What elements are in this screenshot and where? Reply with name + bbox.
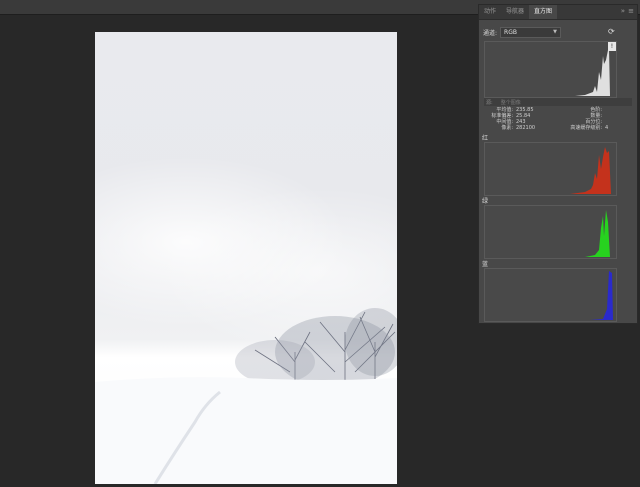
source-label: 源: <box>486 99 493 106</box>
channel-select[interactable]: RGB ▼ <box>500 27 562 38</box>
source-value: 整个图像 <box>500 99 521 106</box>
pixels-label: 像素: <box>501 125 513 131</box>
composite-histogram <box>484 41 617 98</box>
blue-channel-label: 蓝 <box>482 261 489 268</box>
tab-actions[interactable]: 动作 <box>479 5 501 19</box>
collapse-panel-icon[interactable]: » <box>621 7 625 15</box>
channel-row: 通道: RGB ▼ <box>483 27 562 38</box>
blue-histogram <box>484 268 617 322</box>
composite-histogram-graph <box>485 48 610 96</box>
composite-histogram-curve <box>485 48 610 96</box>
panel-menu-icon[interactable]: ≡ <box>628 7 634 15</box>
green-channel-label: 绿 <box>482 198 489 205</box>
channel-label: 通道: <box>483 30 498 37</box>
panel-tab-bar: 动作 导航器 直方图 » ≡ <box>479 5 637 20</box>
tab-histogram[interactable]: 直方图 <box>529 5 558 19</box>
tab-navigator[interactable]: 导航器 <box>501 5 529 19</box>
chevron-down-icon: ▼ <box>553 29 558 35</box>
red-channel-label: 红 <box>482 135 489 142</box>
green-histogram-curve <box>485 210 610 257</box>
green-histogram <box>484 205 617 259</box>
channel-value: RGB <box>504 29 517 36</box>
snow-field <box>95 377 397 484</box>
stat-row: 像素: 282100 高速缓存级别: 4 <box>483 125 633 131</box>
warning-icon[interactable]: ! <box>608 42 616 51</box>
blue-histogram-curve <box>485 271 613 320</box>
tree-canopy-left <box>235 340 315 384</box>
refresh-icon[interactable]: ⟳ <box>608 27 615 36</box>
red-histogram-curve <box>485 147 611 194</box>
cache-value: 4 <box>605 125 609 131</box>
red-histogram <box>484 142 617 196</box>
document-canvas[interactable] <box>95 32 397 484</box>
snow-scene <box>95 308 397 484</box>
histogram-panel: 动作 导航器 直方图 » ≡ 通道: RGB ▼ ⟳ ! 源: 整个图像 平均值… <box>478 4 638 324</box>
histogram-stats: 平均值: 235.85 色阶: 标准偏差: 25.84 数量: 中间值: 243… <box>483 107 633 131</box>
source-row[interactable]: 源: 整个图像 <box>484 98 632 106</box>
blue-histogram-graph <box>485 271 613 320</box>
cache-label: 高速缓存级别: <box>570 125 602 131</box>
green-histogram-graph <box>485 210 610 257</box>
red-histogram-graph <box>485 147 611 194</box>
pixels-value: 282100 <box>516 125 536 131</box>
